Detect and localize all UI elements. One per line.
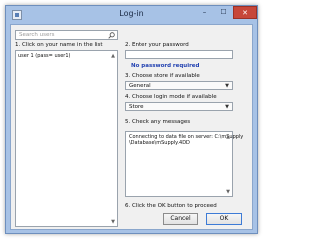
search-icon[interactable] <box>108 32 115 39</box>
search-placeholder: Search users <box>19 32 55 38</box>
step1-label: 1. Click on your name in the list <box>15 42 103 48</box>
step6-label: 6. Click the OK button to proceed <box>125 203 217 209</box>
step3-label: 3. Choose store if available <box>125 73 200 79</box>
login-mode-select[interactable]: Store ▼ <box>125 102 233 111</box>
password-field[interactable] <box>125 50 233 59</box>
scroll-up-arrow-icon[interactable]: ▲ <box>111 53 115 59</box>
mode-value: Store <box>129 104 144 110</box>
step5-label: 5. Check any messages <box>125 119 191 125</box>
step4-label: 4. Choose login mode if available <box>125 94 217 100</box>
maximize-button[interactable]: ☐ <box>214 6 233 19</box>
close-button[interactable]: ✕ <box>233 6 257 19</box>
minimize-button[interactable]: – <box>195 6 214 19</box>
chevron-down-icon: ▼ <box>225 104 229 110</box>
scroll-down-arrow-icon[interactable]: ▼ <box>111 219 115 225</box>
search-users-input[interactable]: Search users <box>15 30 118 40</box>
scroll-down-arrow-icon[interactable]: ▼ <box>226 189 230 195</box>
list-item[interactable]: user 1 (pass= user1) <box>18 53 70 59</box>
title-bar[interactable]: Log-in – ☐ ✕ <box>6 6 257 24</box>
message-line: \Database\mSupply.4DD <box>129 140 190 146</box>
user-list[interactable]: user 1 (pass= user1) ▲ ▼ <box>15 50 118 227</box>
dialog-body: Search users 1. Click on your name in th… <box>10 24 253 230</box>
cancel-button[interactable]: Cancel <box>163 213 198 225</box>
login-window: Log-in – ☐ ✕ Search users 1. Click on yo… <box>5 5 258 234</box>
scroll-up-arrow-icon[interactable]: ▲ <box>226 134 230 140</box>
store-select[interactable]: General ▼ <box>125 81 233 90</box>
ok-button[interactable]: OK <box>206 213 242 225</box>
no-password-note: No password required <box>131 63 200 69</box>
chevron-down-icon: ▼ <box>225 83 229 89</box>
store-value: General <box>129 83 151 89</box>
messages-box[interactable]: Connecting to data file on server: C:\mS… <box>125 131 243 197</box>
step2-label: 2. Enter your password <box>125 42 189 48</box>
